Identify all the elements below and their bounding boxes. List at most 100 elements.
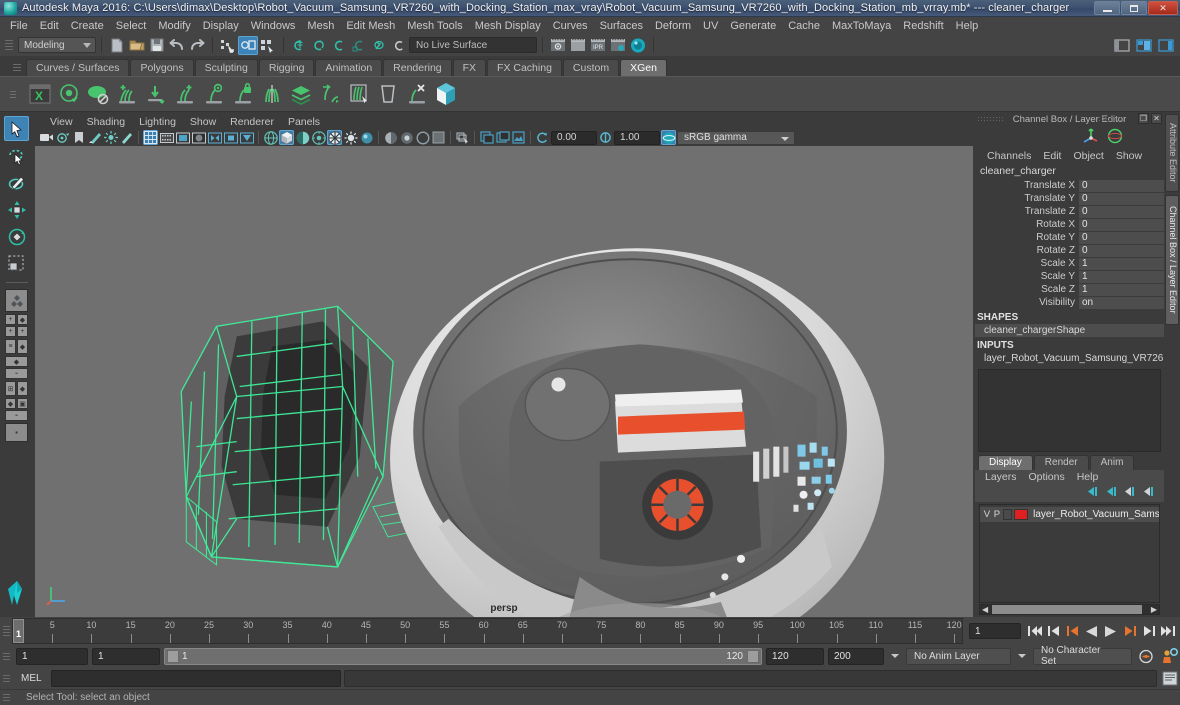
image-plane-display-icon[interactable]: [431, 130, 446, 145]
color-space-selector[interactable]: sRGB gamma: [677, 130, 795, 145]
channel-value[interactable]: 0: [1079, 179, 1164, 192]
shadows-toggle-icon[interactable]: [327, 130, 342, 145]
show-hide-ui-icon[interactable]: [1112, 36, 1132, 55]
channel-value[interactable]: 1: [1079, 257, 1164, 270]
single-perspective-layout-icon[interactable]: [5, 289, 28, 312]
animation-end-field[interactable]: 200: [828, 647, 884, 665]
exposure-reset-icon[interactable]: [535, 130, 550, 145]
persp-outliner-layout-icon[interactable]: ≡ ◆: [5, 339, 28, 354]
panel-dup-icon[interactable]: [479, 130, 494, 145]
channel-value[interactable]: 0: [1079, 205, 1164, 218]
range-start-handle[interactable]: [167, 649, 179, 663]
channel-value[interactable]: 0: [1079, 244, 1164, 257]
minimize-button[interactable]: [1094, 1, 1120, 15]
range-slider-grip[interactable]: [3, 645, 12, 667]
menu-surfaces[interactable]: Surfaces: [594, 19, 649, 33]
menu-edit[interactable]: Edit: [34, 19, 65, 33]
menu-cache[interactable]: Cache: [782, 19, 826, 33]
scroll-left-arrow[interactable]: ◀: [982, 605, 988, 614]
script-editor-icon[interactable]: [1160, 670, 1180, 687]
two-sided-lighting-icon[interactable]: [103, 130, 118, 145]
step-forward-keyframe-icon[interactable]: [1141, 623, 1156, 640]
shelf-tab-sculpting[interactable]: Sculpting: [194, 59, 258, 76]
channel-value[interactable]: 0: [1079, 231, 1164, 244]
viewport-menu-renderer[interactable]: Renderer: [223, 116, 281, 128]
play-backwards-icon[interactable]: [1084, 623, 1099, 640]
go-to-end-icon[interactable]: [1160, 623, 1175, 640]
layer-playback-toggle[interactable]: P: [993, 509, 1001, 520]
select-camera-icon[interactable]: [39, 130, 54, 145]
menu-redshift[interactable]: Redshift: [897, 19, 949, 33]
viewport-menu-shading[interactable]: Shading: [80, 116, 133, 128]
smooth-shade-all-icon[interactable]: [279, 130, 294, 145]
shelf-tab-curves-surfaces[interactable]: Curves / Surfaces: [26, 59, 130, 76]
channel-value[interactable]: 1: [1079, 283, 1164, 296]
channel-value[interactable]: 1: [1079, 270, 1164, 283]
layer-visibility-toggle[interactable]: V: [983, 509, 991, 520]
channel-value[interactable]: 0: [1079, 192, 1164, 205]
select-by-component-type-icon[interactable]: [258, 36, 278, 55]
gamma-reset-icon[interactable]: [598, 130, 613, 145]
channel-value[interactable]: on: [1079, 296, 1164, 309]
render-current-frame-icon[interactable]: [548, 36, 568, 55]
scale-tool-icon[interactable]: [4, 251, 29, 276]
maximize-button[interactable]: [1121, 1, 1147, 15]
snap-to-view-plane-icon[interactable]: [369, 36, 389, 55]
smooth-shade-textured-icon[interactable]: [295, 130, 310, 145]
xgen-add-clump-icon[interactable]: [114, 80, 140, 108]
play-forwards-icon[interactable]: [1103, 623, 1118, 640]
paint-select-tool-icon[interactable]: [4, 170, 29, 195]
menu-display[interactable]: Display: [197, 19, 245, 33]
close-panel-button[interactable]: ✕: [1151, 113, 1162, 124]
channel-row-translate-z[interactable]: Translate Z 0: [975, 205, 1164, 218]
xray-joints-icon[interactable]: [239, 130, 254, 145]
snapshot-icon[interactable]: [455, 130, 470, 145]
camera-attributes-icon[interactable]: [55, 130, 70, 145]
menu-help[interactable]: Help: [950, 19, 985, 33]
isolate-select-icon[interactable]: [399, 130, 414, 145]
xgen-comb-icon[interactable]: [346, 80, 372, 108]
panel-tear-off-icon[interactable]: [495, 130, 510, 145]
command-language-label[interactable]: MEL: [15, 673, 48, 684]
shelf-tab-fx-caching[interactable]: FX Caching: [487, 59, 562, 76]
layers-menu[interactable]: Layers: [979, 471, 1023, 483]
channel-row-rotate-x[interactable]: Rotate X 0: [975, 218, 1164, 231]
command-input[interactable]: [50, 669, 341, 687]
step-back-frame-icon[interactable]: [1065, 623, 1080, 640]
xgen-cut-icon[interactable]: [317, 80, 343, 108]
shelf-tab-xgen[interactable]: XGen: [620, 59, 667, 76]
xgen-grow-icon[interactable]: [172, 80, 198, 108]
shelf-tab-rigging[interactable]: Rigging: [258, 59, 315, 76]
viewport-menu-view[interactable]: View: [43, 116, 80, 128]
layer-color-swatch[interactable]: [1013, 508, 1029, 520]
shelf-tab-custom[interactable]: Custom: [562, 59, 620, 76]
color-management-icon[interactable]: [661, 130, 676, 145]
tab-render[interactable]: Render: [1033, 454, 1089, 470]
channel-row-rotate-y[interactable]: Rotate Y 0: [975, 231, 1164, 244]
layer-prev-icon[interactable]: [1086, 486, 1099, 500]
four-view-layout-icon[interactable]: + ◆ + +: [5, 314, 28, 337]
shadows-icon[interactable]: [119, 130, 134, 145]
command-line-grip[interactable]: [3, 670, 12, 686]
undo-icon[interactable]: [167, 36, 187, 55]
xgen-clear-icon[interactable]: [404, 80, 430, 108]
menu-file[interactable]: File: [4, 19, 34, 33]
resolution-gate-icon[interactable]: [175, 130, 190, 145]
exposure-gate-icon[interactable]: [207, 130, 222, 145]
viewport-menu-lighting[interactable]: Lighting: [132, 116, 183, 128]
single-pane-layout-icon[interactable]: ▪: [5, 423, 28, 442]
channel-row-visibility[interactable]: Visibility on: [975, 296, 1164, 309]
ipr-render-icon[interactable]: IPR: [588, 36, 608, 55]
menu-mesh[interactable]: Mesh: [301, 19, 340, 33]
channel-row-scale-z[interactable]: Scale Z 1: [975, 283, 1164, 296]
gamma-field[interactable]: 1.00: [614, 130, 660, 145]
multisample-icon[interactable]: [383, 130, 398, 145]
toggle-layout-icon[interactable]: [1134, 36, 1154, 55]
exposure-field[interactable]: 0.00: [551, 130, 597, 145]
shape-node-item[interactable]: cleaner_chargerShape: [975, 324, 1164, 337]
shelf-grip[interactable]: [13, 58, 23, 76]
menu-generate[interactable]: Generate: [724, 19, 782, 33]
redo-icon[interactable]: [187, 36, 207, 55]
xgen-preview-icon[interactable]: [56, 80, 82, 108]
toolbar-grip[interactable]: [5, 36, 15, 54]
